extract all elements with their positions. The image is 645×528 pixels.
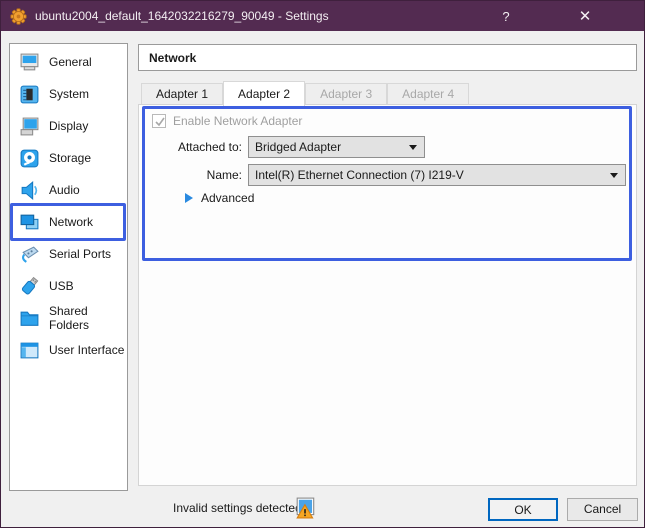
adapter-2-panel: Enable Network Adapter Attached to: Brid… bbox=[138, 104, 637, 486]
sidebar-item-label: Network bbox=[49, 215, 93, 229]
sidebar-item-usb[interactable]: USB bbox=[10, 270, 127, 302]
chevron-down-icon bbox=[610, 173, 618, 178]
sidebar-item-label: Audio bbox=[49, 183, 80, 197]
sidebar-item-label: USB bbox=[49, 279, 74, 293]
tab-adapter-2[interactable]: Adapter 2 bbox=[223, 81, 305, 106]
usb-icon bbox=[19, 276, 40, 297]
shared-folders-icon bbox=[19, 308, 40, 329]
adapter-name-value: Intel(R) Ethernet Connection (7) I219-V bbox=[255, 168, 464, 182]
sidebar-item-label: General bbox=[49, 55, 92, 69]
close-button[interactable]: ✕ bbox=[568, 1, 602, 31]
ok-button[interactable]: OK bbox=[488, 498, 558, 521]
storage-icon bbox=[19, 148, 40, 169]
adapter-name-dropdown[interactable]: Intel(R) Ethernet Connection (7) I219-V bbox=[248, 164, 626, 186]
sidebar-item-display[interactable]: Display bbox=[10, 110, 127, 142]
general-icon bbox=[19, 52, 40, 73]
attached-to-dropdown[interactable]: Bridged Adapter bbox=[248, 136, 425, 158]
tab-adapter-4: Adapter 4 bbox=[387, 83, 469, 105]
audio-icon bbox=[19, 180, 40, 201]
sidebar-item-system[interactable]: System bbox=[10, 78, 127, 110]
adapter-tabs: Adapter 1 Adapter 2 Adapter 3 Adapter 4 bbox=[141, 80, 469, 105]
page-title: Network bbox=[149, 51, 196, 65]
sidebar-item-label: Serial Ports bbox=[49, 247, 111, 261]
advanced-expander[interactable]: Advanced bbox=[185, 191, 254, 205]
system-icon bbox=[19, 84, 40, 105]
user-interface-icon bbox=[19, 340, 40, 361]
enable-network-adapter-checkbox[interactable] bbox=[152, 114, 166, 128]
window-title: ubuntu2004_default_1642032216279_90049 -… bbox=[35, 9, 329, 23]
sidebar-item-label: Storage bbox=[49, 151, 91, 165]
settings-window: ubuntu2004_default_1642032216279_90049 -… bbox=[0, 0, 645, 528]
settings-category-sidebar: General System Display bbox=[9, 43, 128, 491]
sidebar-item-label: Display bbox=[49, 119, 88, 133]
invalid-settings-status: Invalid settings detected bbox=[173, 501, 302, 515]
display-icon bbox=[19, 116, 40, 137]
cancel-button[interactable]: Cancel bbox=[567, 498, 638, 521]
sidebar-item-serial-ports[interactable]: Serial Ports bbox=[10, 238, 127, 270]
sidebar-item-network[interactable]: Network bbox=[10, 206, 127, 238]
sidebar-item-shared-folders[interactable]: Shared Folders bbox=[10, 302, 127, 334]
checkmark-icon bbox=[154, 116, 166, 128]
attached-to-label: Attached to: bbox=[139, 136, 242, 158]
sidebar-item-general[interactable]: General bbox=[10, 46, 127, 78]
enable-network-adapter-row: Enable Network Adapter bbox=[152, 114, 302, 128]
name-label: Name: bbox=[139, 164, 242, 186]
settings-gear-icon bbox=[10, 8, 27, 25]
serial-ports-icon bbox=[19, 244, 40, 265]
tab-adapter-3: Adapter 3 bbox=[305, 83, 387, 105]
chevron-down-icon bbox=[409, 145, 417, 150]
sidebar-item-audio[interactable]: Audio bbox=[10, 174, 127, 206]
advanced-label: Advanced bbox=[201, 191, 254, 205]
warning-icon bbox=[295, 497, 317, 519]
sidebar-item-label: System bbox=[49, 87, 89, 101]
titlebar: ubuntu2004_default_1642032216279_90049 -… bbox=[1, 1, 644, 31]
page-header: Network bbox=[138, 44, 637, 71]
enable-network-adapter-label: Enable Network Adapter bbox=[173, 114, 302, 128]
expand-arrow-icon bbox=[185, 193, 193, 203]
sidebar-item-label: Shared Folders bbox=[49, 304, 127, 332]
network-icon bbox=[19, 212, 40, 233]
sidebar-item-user-interface[interactable]: User Interface bbox=[10, 334, 127, 366]
attached-to-value: Bridged Adapter bbox=[255, 140, 341, 154]
sidebar-item-storage[interactable]: Storage bbox=[10, 142, 127, 174]
sidebar-item-label: User Interface bbox=[49, 343, 124, 357]
help-button[interactable]: ? bbox=[489, 1, 523, 31]
tab-adapter-1[interactable]: Adapter 1 bbox=[141, 83, 223, 105]
